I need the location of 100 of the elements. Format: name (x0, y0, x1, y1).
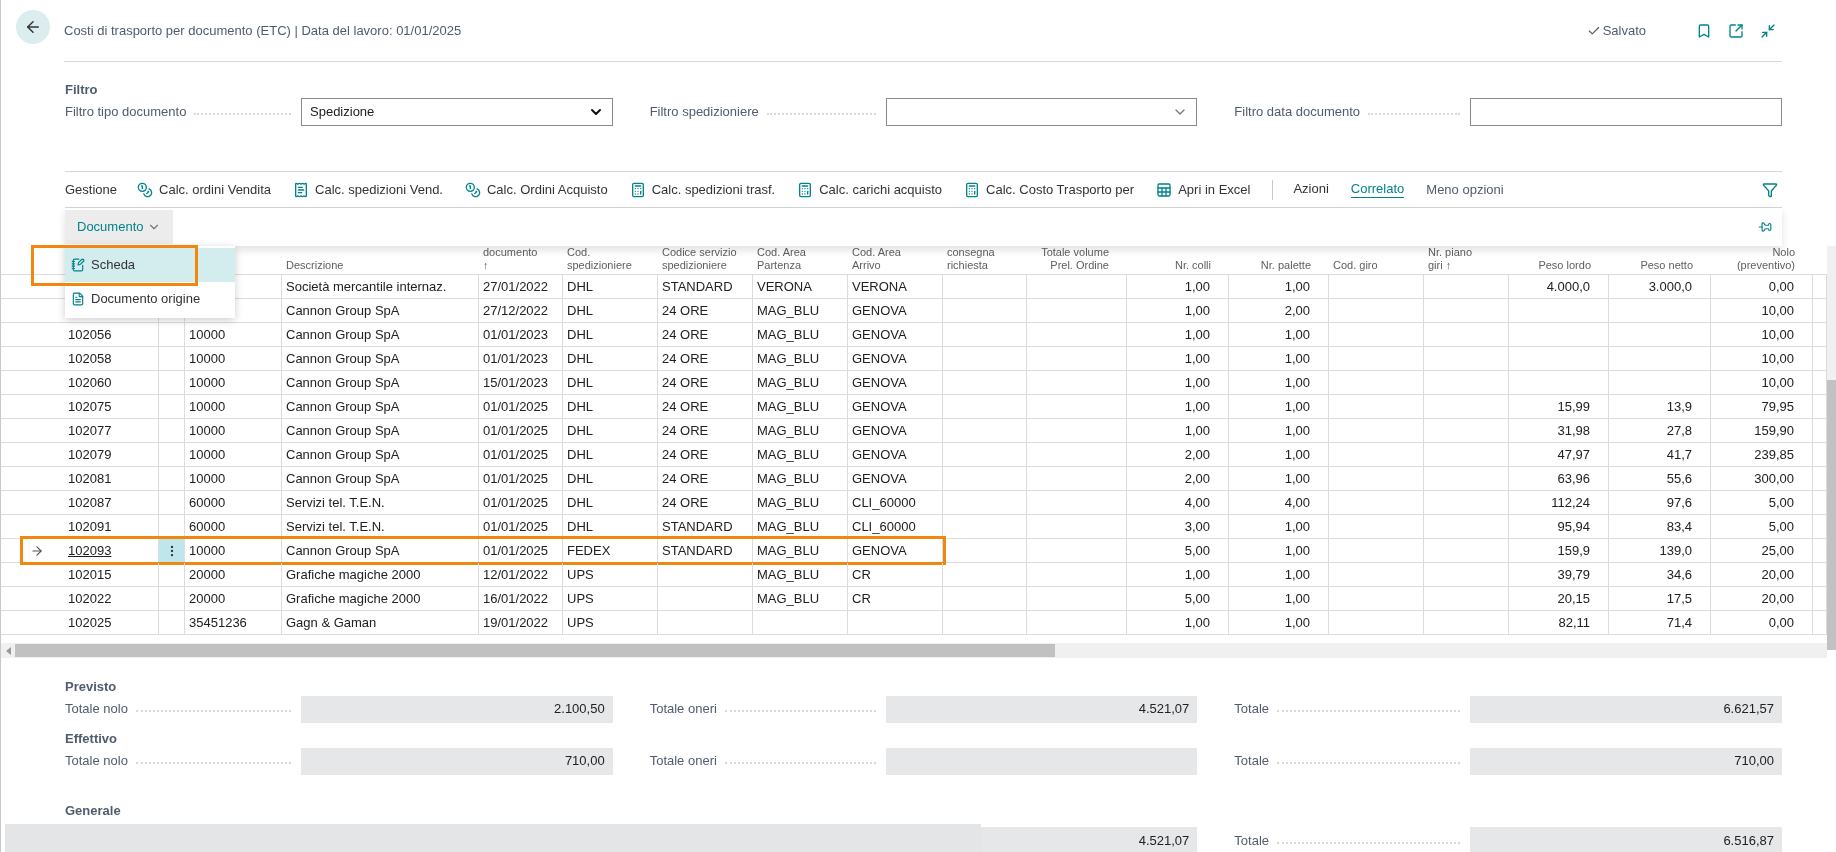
table-cell[interactable]: 102015 (68, 564, 112, 585)
table-cell-text: Cannon Group SpA (286, 541, 400, 560)
table-cell-text: DHL (567, 445, 593, 464)
table-cell[interactable]: 102081 (68, 468, 112, 489)
save-status: Salvato (1602, 21, 1646, 40)
table-cell-text: 1,00 (1284, 445, 1310, 464)
dropdown-field[interactable]: Spedizione (301, 98, 613, 126)
section-title: Effettivo (65, 730, 118, 747)
table-cell-text: DHL (567, 325, 593, 344)
table-cell-text: 5,00 (1768, 517, 1794, 536)
column-header[interactable]: Cod. giro (1333, 259, 1378, 272)
input-field[interactable] (1470, 98, 1782, 126)
open-in-new-window-button[interactable] (1728, 22, 1744, 39)
field-label: Filtro data documento (1234, 103, 1361, 122)
table-cell-text: 10000 (189, 469, 226, 488)
menu-tab[interactable]: Correlato (1350, 181, 1405, 198)
table-cell-text: 3.000,0 (1648, 277, 1692, 296)
table-cell[interactable]: 102056 (68, 324, 112, 345)
table-cell-text: GENOVA (852, 469, 907, 488)
column-header[interactable]: Descrizione (286, 259, 344, 272)
page-title: Costi di trasporto per documento (ETC) | Data del lavoro: 01/01/2025 (64, 21, 462, 40)
document-menu-button[interactable]: Documento (65, 210, 174, 244)
column-header[interactable]: consegna richiesta (947, 246, 995, 272)
table-cell-text: 4.000,0 (1546, 277, 1590, 296)
action-button[interactable]: Calc. spedizioni trasf. (629, 179, 776, 200)
table-cell-text: DHL (567, 277, 593, 296)
table-cell-text: CR (852, 565, 871, 584)
document-link[interactable]: 102093 (68, 540, 112, 561)
back-button[interactable] (16, 10, 50, 44)
action-button[interactable]: Calc. Costo Trasporto per (964, 179, 1135, 200)
filter-button[interactable] (1762, 181, 1778, 198)
table-cell[interactable]: 102079 (68, 444, 112, 465)
calculator-icon (964, 181, 981, 198)
bookmark-button[interactable] (1696, 22, 1712, 39)
column-header[interactable]: Cod. Area Partenza (757, 246, 806, 272)
table-cell[interactable]: 102087 (68, 492, 112, 513)
action-button[interactable]: Apri in Excel (1156, 179, 1251, 200)
table-cell-text: DHL (567, 421, 593, 440)
menu-tab[interactable]: Azioni (1293, 181, 1329, 198)
table-cell-text: 24 ORE (662, 469, 709, 488)
table-cell[interactable]: 102060 (68, 372, 112, 393)
less-options-link[interactable]: Meno opzioni (1426, 179, 1504, 200)
column-header[interactable]: Cod. Area Arrivo (852, 246, 901, 272)
column-header[interactable]: Totale volume Prel. Ordine (1041, 246, 1109, 272)
table-cell-text: GENOVA (852, 373, 907, 392)
table-cell-text: GENOVA (852, 325, 907, 344)
action-button[interactable]: Calc. carichi acquisto (797, 179, 943, 200)
table-cell[interactable]: 102025 (68, 612, 112, 633)
table-cell[interactable]: 102077 (68, 420, 112, 441)
table-cell-text: 1,00 (1184, 397, 1210, 416)
action-button[interactable]: Calc. ordini Vendita (137, 179, 272, 200)
field-label: Totale (1234, 700, 1270, 719)
total-field: 6.621,57 (1470, 695, 1782, 723)
table-cell-text: 27/01/2022 (483, 277, 549, 296)
table-cell-text: 24 ORE (662, 301, 709, 320)
dropdown-field[interactable] (885, 98, 1198, 126)
column-header[interactable]: Nr. piano giri ↑ (1428, 246, 1473, 272)
pin-button[interactable] (1758, 220, 1772, 234)
table-cell-text: DHL (567, 517, 593, 536)
horizontal-scrollbar[interactable] (1, 643, 1827, 658)
table-cell-text: 31,98 (1557, 421, 1590, 440)
field-label: Totale (1234, 752, 1270, 771)
table-cell-text: 1,00 (1284, 469, 1310, 488)
field-label: Filtro spedizioniere (649, 103, 759, 122)
table-cell-text: 10000 (189, 445, 226, 464)
table-cell-text: 20,15 (1557, 589, 1590, 608)
table-cell-text: Cannon Group SpA (286, 421, 400, 440)
table-cell[interactable]: 102075 (68, 396, 112, 417)
table-cell[interactable]: 102022 (68, 588, 112, 609)
action-button[interactable]: Calc. Ordini Acquisto (465, 179, 608, 200)
table-cell-text: Servizi tel. T.E.N. (286, 517, 385, 536)
table-cell-text: MAG_BLU (757, 589, 820, 608)
column-header[interactable]: Nr. palette (1260, 259, 1311, 272)
menu-item[interactable]: Documento origine (65, 282, 235, 316)
table-cell-text: STANDARD (662, 277, 733, 296)
table-cell-text: MAG_BLU (757, 517, 820, 536)
table-cell-text: Cannon Group SpA (286, 469, 400, 488)
table-cell-text: 01/01/2025 (483, 541, 549, 560)
column-header[interactable]: Peso lordo (1538, 259, 1591, 272)
table-cell-text: 47,97 (1557, 445, 1590, 464)
table-cell-text: 5,00 (1768, 493, 1794, 512)
table-cell-text: 35451236 (189, 613, 247, 632)
menu-item[interactable]: Scheda (65, 248, 235, 282)
column-header[interactable]: Codice servizio spedizioniere (662, 246, 737, 272)
column-header[interactable]: Peso netto (1640, 259, 1693, 272)
table-cell-text: 239,85 (1754, 445, 1794, 464)
table-cell-text: 71,4 (1666, 613, 1692, 632)
vertical-scrollbar[interactable] (1827, 246, 1836, 650)
table-cell[interactable]: 102058 (68, 348, 112, 369)
table-cell[interactable]: 102091 (68, 516, 112, 537)
table-cell-text: Cannon Group SpA (286, 397, 400, 416)
field-label: Totale (1234, 832, 1270, 851)
column-header[interactable]: Cod. spedizioniere (567, 246, 632, 272)
column-header[interactable]: documento ↑ (483, 246, 538, 272)
collapse-button[interactable] (1760, 22, 1776, 39)
scroll-left-icon[interactable] (5, 646, 11, 655)
action-button[interactable]: Calc. spedizioni Vend. (293, 179, 443, 200)
table-cell-text: 1,00 (1284, 277, 1310, 296)
column-header[interactable]: Nr. colli (1174, 259, 1211, 272)
column-header[interactable]: Nolo (preventivo) (1736, 246, 1795, 272)
